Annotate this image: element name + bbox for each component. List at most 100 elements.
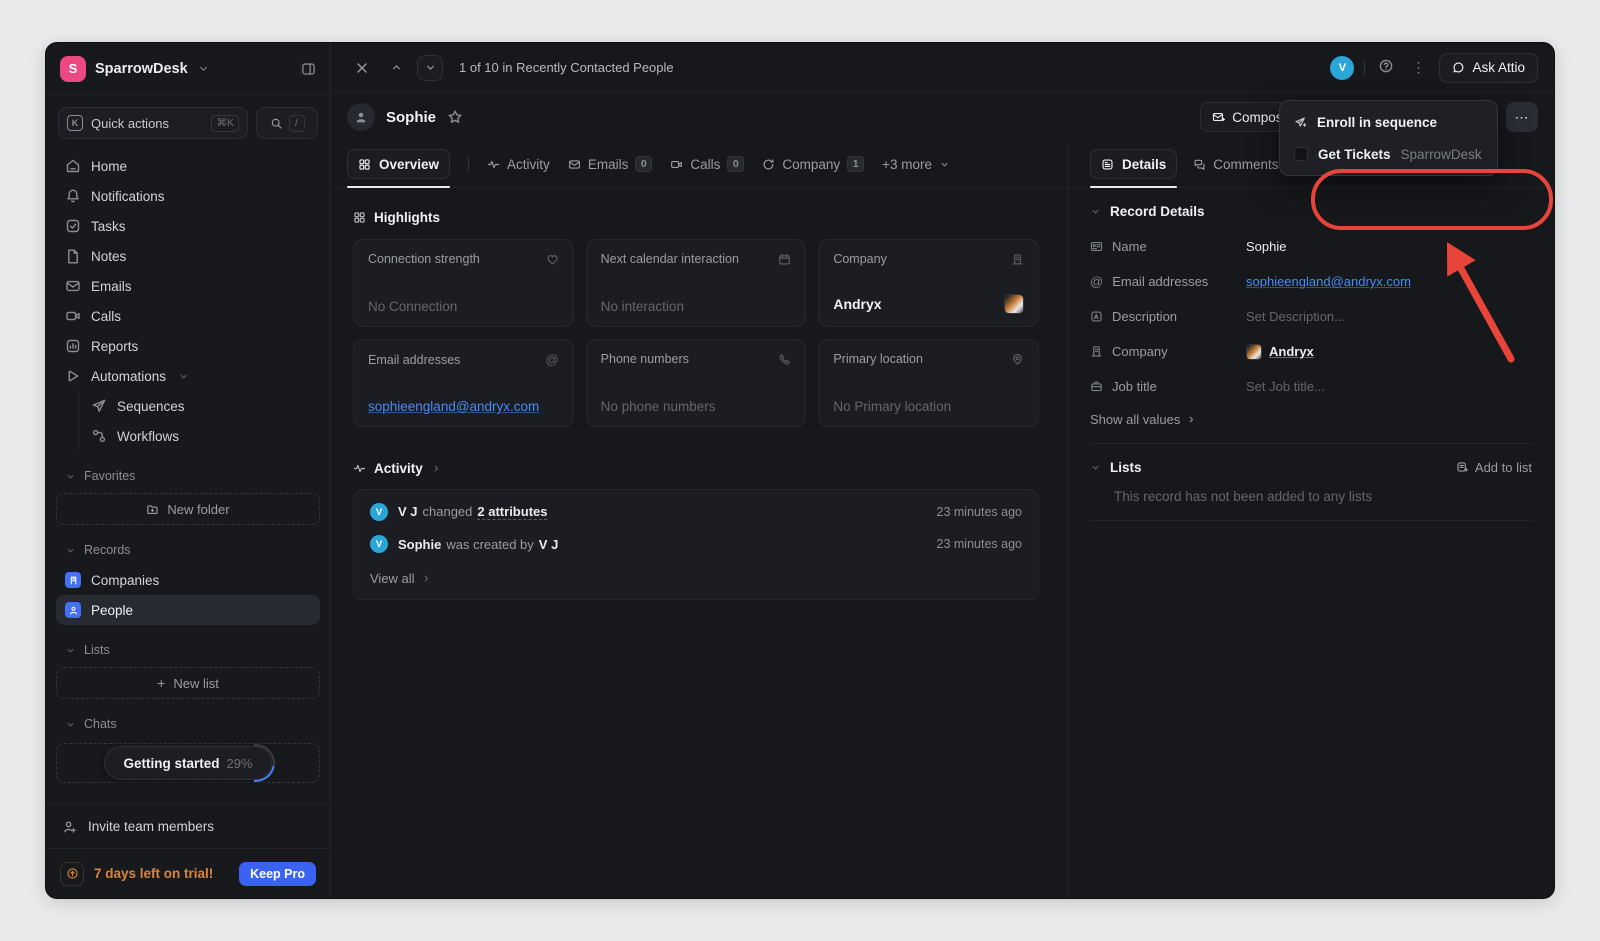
- sidebar-item-emails[interactable]: Emails: [56, 271, 320, 301]
- sidebar-item-label: Tasks: [91, 219, 126, 234]
- sidebar-item-home[interactable]: Home: [56, 151, 320, 181]
- highlight-card-phone-numbers[interactable]: Phone numbers No phone numbers: [586, 339, 807, 427]
- briefcase-icon: [1090, 380, 1103, 393]
- keep-pro-button[interactable]: Keep Pro: [239, 862, 316, 886]
- note-icon: [65, 248, 81, 264]
- chevron-down-icon: [65, 719, 76, 730]
- add-to-list-button[interactable]: Add to list: [1456, 460, 1532, 475]
- chevron-down-icon: [65, 545, 76, 556]
- tab-overview[interactable]: Overview: [347, 149, 450, 179]
- changed-attributes-link[interactable]: 2 attributes: [477, 504, 547, 520]
- sidebar-item-label: Emails: [91, 279, 132, 294]
- highlight-card-next-calendar-interaction[interactable]: Next calendar interaction No interaction: [586, 239, 807, 327]
- sidebar-item-label: Home: [91, 159, 127, 174]
- field-job-title[interactable]: Job title Set Job title...: [1090, 369, 1532, 404]
- more-options-button[interactable]: ⋮: [1407, 59, 1429, 76]
- next-record-button[interactable]: [417, 55, 443, 81]
- user-avatar[interactable]: V: [1330, 56, 1354, 80]
- activity-header[interactable]: Activity: [353, 461, 1039, 476]
- sidebar-item-calls[interactable]: Calls: [56, 301, 320, 331]
- trial-upgrade-icon: [60, 862, 84, 886]
- people-icon: [65, 602, 81, 618]
- new-folder-button[interactable]: New folder: [56, 493, 320, 525]
- tab-badge: 0: [635, 156, 652, 172]
- company-link[interactable]: Andryx: [1269, 344, 1314, 359]
- highlight-card-company[interactable]: Company Andryx: [818, 239, 1039, 327]
- tab-label: Activity: [507, 157, 550, 172]
- tab-label: Details: [1122, 157, 1166, 172]
- sidebar-item-tasks[interactable]: Tasks: [56, 211, 320, 241]
- help-button[interactable]: [1375, 58, 1397, 77]
- workflow-icon: [91, 428, 107, 444]
- sidebar-item-automations[interactable]: Automations: [56, 361, 320, 391]
- previous-record-button[interactable]: [383, 55, 409, 81]
- sidebar-nav: Home Notifications Tasks Notes Emails Ca…: [46, 147, 330, 489]
- search-button[interactable]: /: [256, 107, 318, 139]
- chats-label: Chats: [84, 717, 117, 731]
- quick-actions-button[interactable]: K Quick actions ⌘K: [58, 107, 248, 139]
- sidebar-item-reports[interactable]: Reports: [56, 331, 320, 361]
- email-link[interactable]: sophieengland@andryx.com: [1246, 274, 1411, 289]
- sidebar-item-notifications[interactable]: Notifications: [56, 181, 320, 211]
- highlight-card-email-addresses[interactable]: Email addresses@ sophieengland@andryx.co…: [353, 339, 574, 427]
- tab-company[interactable]: Company 1: [762, 156, 864, 172]
- lists-label: Lists: [84, 643, 110, 657]
- record-details-header[interactable]: Record Details: [1090, 204, 1532, 219]
- chevron-down-icon[interactable]: [1090, 462, 1101, 473]
- view-all-button[interactable]: View all: [354, 559, 1038, 599]
- chevron-down-icon: [65, 645, 76, 656]
- actor-avatar: V: [370, 535, 388, 553]
- sidebar-item-notes[interactable]: Notes: [56, 241, 320, 271]
- sidebar-item-workflows[interactable]: Workflows: [83, 421, 320, 451]
- new-list-button[interactable]: + New list: [56, 667, 320, 699]
- field-description[interactable]: Description Set Description...: [1090, 299, 1532, 334]
- automations-children: Sequences Workflows: [78, 391, 320, 451]
- tab-calls[interactable]: Calls 0: [670, 156, 744, 172]
- person-plus-icon: [62, 819, 78, 835]
- tab-activity[interactable]: Activity: [487, 157, 550, 172]
- tab-details[interactable]: Details: [1090, 149, 1177, 179]
- menu-item-enroll-in-sequence[interactable]: Enroll in sequence: [1285, 106, 1492, 138]
- workspace-header[interactable]: S SparrowDesk: [46, 43, 330, 95]
- favorites-label: Favorites: [84, 469, 135, 483]
- menu-item-get-tickets[interactable]: Get Tickets SparrowDesk: [1285, 138, 1492, 170]
- records-section-header[interactable]: Records: [46, 537, 330, 563]
- favorite-star-icon[interactable]: [447, 109, 463, 125]
- chevron-right-icon: [431, 463, 442, 474]
- field-email-addresses[interactable]: @Email addresses sophieengland@andryx.co…: [1090, 264, 1532, 299]
- close-record-button[interactable]: [349, 55, 375, 81]
- tab-more[interactable]: +3 more: [882, 157, 950, 172]
- search-icon: [270, 117, 283, 130]
- favorites-section-header[interactable]: Favorites: [56, 463, 320, 489]
- tab-label: Calls: [690, 157, 720, 172]
- chats-section-header[interactable]: Chats: [46, 711, 330, 737]
- highlight-card-primary-location[interactable]: Primary location No Primary location: [818, 339, 1039, 427]
- field-company[interactable]: Company Andryx: [1090, 334, 1532, 369]
- plus-icon: +: [157, 675, 165, 691]
- quick-actions-label: Quick actions: [91, 116, 169, 131]
- new-list-label: New list: [173, 676, 219, 691]
- sidebar-item-companies[interactable]: Companies: [56, 565, 320, 595]
- sidebar-item-people[interactable]: People: [56, 595, 320, 625]
- record-position-breadcrumb: 1 of 10 in Recently Contacted People: [459, 60, 674, 75]
- ask-attio-button[interactable]: Ask Attio: [1439, 53, 1538, 83]
- tab-label: Company: [782, 157, 840, 172]
- sidebar-item-sequences[interactable]: Sequences: [83, 391, 320, 421]
- highlight-card-connection-strength[interactable]: Connection strength No Connection: [353, 239, 574, 327]
- collapse-sidebar-icon[interactable]: [300, 61, 316, 77]
- email-link[interactable]: sophieengland@andryx.com: [368, 399, 539, 414]
- building-icon: [1011, 253, 1024, 266]
- building-icon: [1090, 345, 1103, 358]
- getting-started-pill[interactable]: Getting started 29%: [104, 746, 271, 780]
- card-label: Primary location: [833, 352, 923, 366]
- lists-section-header[interactable]: Lists: [46, 637, 330, 663]
- get-tickets-app-icon: [1294, 147, 1308, 161]
- invite-team-members-button[interactable]: Invite team members: [46, 804, 330, 848]
- activity-row[interactable]: V V J changed 2 attributes 23 minutes ag…: [354, 490, 1038, 527]
- field-name[interactable]: Name Sophie: [1090, 229, 1532, 264]
- activity-row[interactable]: V Sophie was created by V J 23 minutes a…: [354, 527, 1038, 559]
- more-actions-button[interactable]: ⋯: [1506, 102, 1538, 132]
- show-all-values-button[interactable]: Show all values: [1090, 412, 1532, 427]
- tab-emails[interactable]: Emails 0: [568, 156, 653, 172]
- calendar-icon: [778, 253, 791, 266]
